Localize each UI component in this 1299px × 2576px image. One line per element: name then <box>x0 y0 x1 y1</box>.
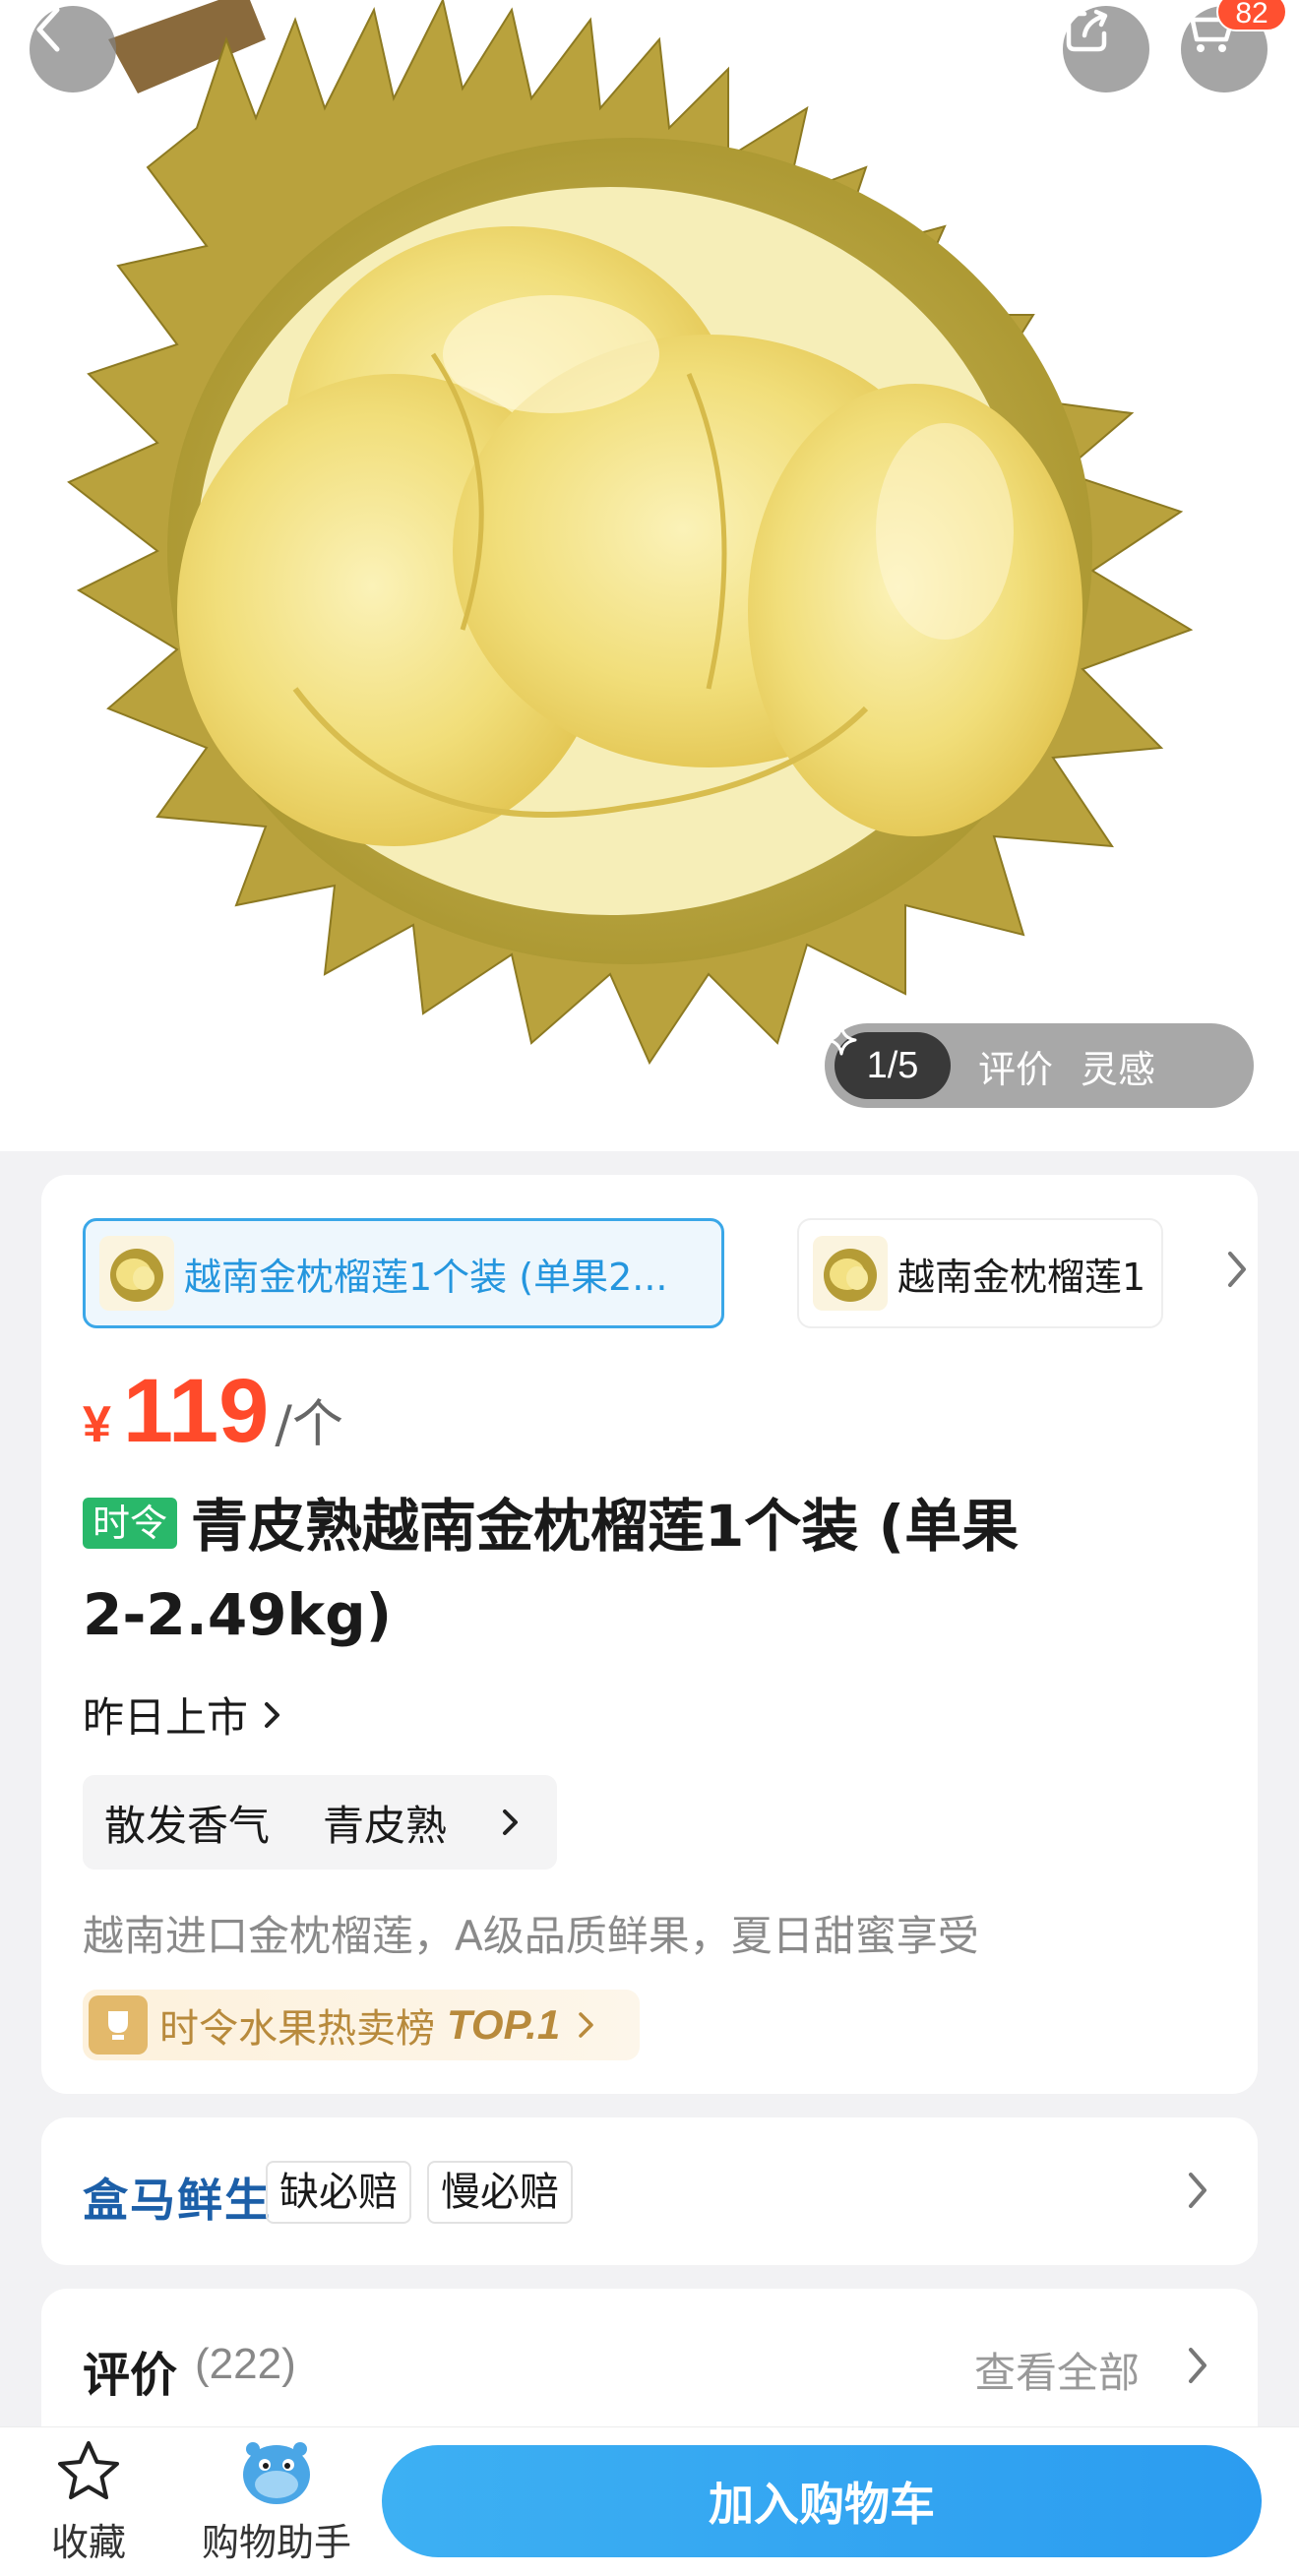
product-title-line1: 青皮熟越南金枕榴莲1个装 (单果 <box>191 1493 1020 1560</box>
share-button[interactable] <box>1063 6 1149 92</box>
guarantee-tag: 缺必赔 <box>266 2161 411 2224</box>
star-icon <box>58 2441 119 2499</box>
shopping-assistant-button[interactable]: 购物助手 <box>193 2437 360 2566</box>
brand-logo: 盒马鲜生 <box>83 2174 272 2227</box>
spec-thumbnail <box>813 1236 888 1311</box>
inspiration-tab[interactable]: 灵感 <box>826 1024 1156 1093</box>
cart-count-badge: 82 <box>1216 0 1287 31</box>
attribute-tag: 青皮熟 <box>323 1801 448 1850</box>
product-image-gallery[interactable]: 82 1/5 评价 灵感 <box>0 0 1299 1151</box>
chevron-right-icon <box>1189 2173 1206 2208</box>
attribute-tag: 散发香气 <box>104 1801 271 1850</box>
product-title: 时令 青皮熟越南金枕榴莲1个装 (单果 2-2.49kg) <box>83 1482 1185 1659</box>
chevron-right-icon <box>265 1701 280 1728</box>
reviews-tab[interactable]: 评价 <box>978 1039 1053 1093</box>
trophy-icon <box>89 1995 148 2055</box>
hot-rank-badge[interactable]: 时令水果热卖榜 TOP.1 <box>83 1990 640 2060</box>
chevron-left-icon <box>36 7 60 52</box>
view-all-reviews-link[interactable]: 查看全部 <box>974 2340 1140 2400</box>
rank-text: 时令水果热卖榜 <box>159 2006 435 2052</box>
durian-thumbnail-icon <box>824 1249 877 1302</box>
spec-option-label: 越南金枕榴莲1个装 (单果2... <box>184 1255 668 1299</box>
reviews-card: 评价 (222) 查看全部 <box>41 2289 1258 2446</box>
spec-option-selected[interactable]: 越南金枕榴莲1个装 (单果2... <box>83 1218 724 1328</box>
guarantee-tag: 慢必赔 <box>427 2161 573 2224</box>
price-currency: ¥ <box>83 1396 111 1453</box>
product-description: 越南进口金枕榴莲，A级品质鲜果，夏日甜蜜享受 <box>83 1912 979 1960</box>
price-unit: /个 <box>275 1395 343 1454</box>
service-guarantee-card[interactable]: 盒马鲜生 缺必赔 慢必赔 <box>41 2117 1258 2265</box>
spec-option-label: 越南金枕榴莲1 <box>897 1255 1146 1299</box>
reviews-count: (222) <box>195 2340 296 2388</box>
spec-thumbnail <box>99 1236 174 1311</box>
price: ¥ 119 /个 <box>83 1360 343 1463</box>
assistant-label: 购物助手 <box>201 2521 351 2564</box>
image-pager: 1/5 评价 灵感 <box>825 1023 1254 1108</box>
attribute-tags[interactable]: 散发香气 青皮熟 <box>83 1775 557 1870</box>
back-button[interactable] <box>30 6 116 92</box>
favorite-label: 收藏 <box>50 2521 126 2564</box>
spec-selector: 越南金枕榴莲1个装 (单果2... 越南金枕榴莲1 <box>83 1218 1264 1328</box>
inspiration-tab-label: 灵感 <box>1081 1047 1156 1091</box>
price-value: 119 <box>122 1361 270 1461</box>
durian-image <box>67 0 1194 1066</box>
launch-info-link[interactable]: 昨日上市 <box>83 1685 283 1745</box>
spec-option[interactable]: 越南金枕榴莲1 <box>797 1218 1163 1328</box>
launch-label: 昨日上市 <box>83 1693 249 1742</box>
reviews-tab-label: 评价 <box>978 1047 1054 1091</box>
chevron-right-icon[interactable] <box>1183 2342 1212 2389</box>
share-icon <box>1066 9 1108 52</box>
chevron-right-icon[interactable] <box>1222 1246 1252 1293</box>
add-to-cart-button[interactable]: 加入购物车 <box>382 2445 1262 2557</box>
favorite-button[interactable]: 收藏 <box>30 2437 148 2566</box>
product-info-card: 越南金枕榴莲1个装 (单果2... 越南金枕榴莲1 ¥ 119 /个 时令 青皮熟… <box>41 1175 1258 2094</box>
chevron-right-icon <box>579 2012 593 2038</box>
sparkle-icon <box>826 1024 857 1056</box>
product-title-line2: 2-2.49kg) <box>83 1581 393 1648</box>
hippo-mascot-icon <box>243 2442 310 2504</box>
bottom-action-bar: 收藏 购物助手 加入购物车 <box>0 2426 1299 2576</box>
reviews-title: 评价 <box>83 2348 178 2403</box>
seasonal-tag: 时令 <box>83 1498 178 1549</box>
rank-position: TOP.1 <box>447 2001 561 2048</box>
durian-thumbnail-icon <box>110 1249 163 1302</box>
chevron-right-icon <box>503 1809 519 1835</box>
